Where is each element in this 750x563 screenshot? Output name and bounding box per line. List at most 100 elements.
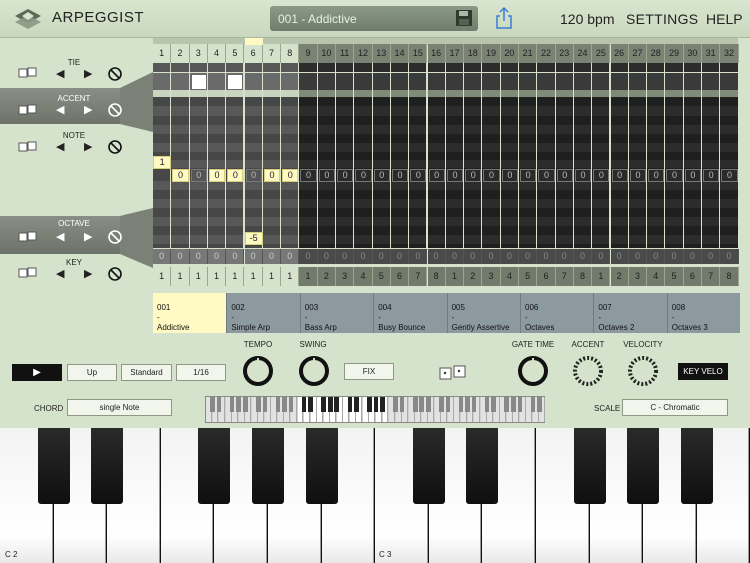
grid-cell[interactable] bbox=[720, 208, 738, 217]
grid-cell[interactable] bbox=[409, 63, 427, 72]
grid-cell[interactable] bbox=[683, 116, 701, 125]
grid-cell[interactable] bbox=[519, 208, 537, 217]
note-value-cell[interactable]: 0 bbox=[611, 169, 628, 182]
grid-cell[interactable] bbox=[683, 106, 701, 116]
grid-cell[interactable] bbox=[519, 134, 537, 143]
grid-cell[interactable] bbox=[573, 226, 592, 235]
grid-cell[interactable] bbox=[189, 226, 207, 235]
grid-cell[interactable] bbox=[683, 160, 701, 168]
grid-cell[interactable] bbox=[482, 235, 500, 244]
grid-cell[interactable] bbox=[390, 181, 409, 190]
step-number[interactable]: 8 bbox=[281, 44, 300, 63]
grid-cell[interactable] bbox=[336, 143, 354, 152]
note-value-cell[interactable]: 0 bbox=[337, 169, 354, 182]
grid-cell[interactable] bbox=[519, 90, 537, 97]
grid-cell[interactable] bbox=[207, 106, 226, 116]
grid-cell[interactable] bbox=[610, 143, 628, 152]
grid-cell[interactable] bbox=[683, 226, 701, 235]
grid-cell[interactable] bbox=[482, 63, 500, 72]
grid-cell[interactable] bbox=[482, 160, 500, 168]
black-key[interactable] bbox=[627, 428, 660, 504]
grid-cell[interactable] bbox=[390, 208, 409, 217]
grid-cell[interactable] bbox=[628, 90, 647, 97]
grid-cell[interactable] bbox=[555, 63, 573, 72]
grid-cell[interactable] bbox=[372, 217, 390, 226]
grid-cell[interactable] bbox=[573, 152, 592, 160]
grid-cell[interactable] bbox=[573, 217, 592, 226]
grid-cell[interactable] bbox=[171, 235, 189, 244]
grid-cell[interactable] bbox=[445, 217, 464, 226]
grid-cell[interactable] bbox=[519, 97, 537, 106]
grid-cell[interactable] bbox=[683, 90, 701, 97]
step-number[interactable]: 17 bbox=[445, 44, 465, 63]
grid-cell[interactable] bbox=[537, 235, 555, 244]
grid-cell[interactable] bbox=[262, 134, 281, 143]
grid-cell[interactable] bbox=[281, 190, 299, 199]
grid-cell[interactable] bbox=[189, 134, 207, 143]
grid-cell[interactable] bbox=[226, 134, 244, 143]
grid-cell[interactable] bbox=[317, 116, 335, 125]
grid-cell[interactable] bbox=[464, 190, 482, 199]
grid-cell[interactable] bbox=[519, 143, 537, 152]
preset-slot[interactable]: 003- Bass Arp bbox=[299, 293, 374, 333]
grid-cell[interactable] bbox=[171, 143, 189, 152]
grid-cell[interactable] bbox=[537, 143, 555, 152]
grid-cell[interactable] bbox=[262, 190, 281, 199]
key-value-cell[interactable]: 0 bbox=[409, 249, 428, 264]
key-value-cell[interactable]: 0 bbox=[683, 249, 702, 264]
key-value-cell[interactable]: 0 bbox=[207, 249, 227, 264]
accent-knob[interactable] bbox=[571, 354, 605, 388]
grid-cell[interactable] bbox=[336, 63, 354, 72]
grid-cell[interactable] bbox=[427, 116, 445, 125]
grid-cell[interactable] bbox=[702, 116, 720, 125]
grid-cell[interactable] bbox=[647, 97, 665, 106]
mini-black-key[interactable] bbox=[216, 397, 222, 412]
key-value-cell[interactable]: 0 bbox=[189, 249, 208, 264]
step-number[interactable]: 29 bbox=[665, 44, 684, 63]
grid-cell[interactable] bbox=[555, 116, 573, 125]
grid-cell[interactable] bbox=[464, 125, 482, 134]
grid-cell[interactable] bbox=[354, 199, 372, 208]
grid-cell[interactable] bbox=[665, 199, 683, 208]
grid-cell[interactable] bbox=[354, 125, 372, 134]
note-value-cell[interactable]: 0 bbox=[391, 169, 409, 182]
step-repeat-number[interactable]: 1 bbox=[244, 267, 263, 286]
step-number[interactable]: 24 bbox=[573, 44, 593, 63]
black-key[interactable] bbox=[37, 428, 70, 504]
mini-black-key[interactable] bbox=[412, 397, 418, 412]
grid-cell[interactable] bbox=[317, 152, 335, 160]
grid-cell[interactable] bbox=[336, 73, 354, 90]
mini-keyboard[interactable] bbox=[205, 396, 546, 423]
grid-cell[interactable] bbox=[500, 97, 518, 106]
grid-cell[interactable] bbox=[537, 73, 555, 90]
grid-cell[interactable] bbox=[464, 90, 482, 97]
grid-cell[interactable] bbox=[537, 152, 555, 160]
grid-cell[interactable] bbox=[592, 134, 610, 143]
grid-cell[interactable] bbox=[262, 97, 281, 106]
grid-cell[interactable] bbox=[665, 97, 683, 106]
grid-cell[interactable] bbox=[299, 160, 317, 168]
grid-cell[interactable] bbox=[464, 73, 482, 90]
grid-cell[interactable] bbox=[336, 208, 354, 217]
mini-black-key[interactable] bbox=[465, 397, 470, 412]
mini-black-key[interactable] bbox=[491, 397, 496, 412]
step-number[interactable]: 14 bbox=[390, 44, 410, 63]
grid-cell[interactable] bbox=[628, 181, 647, 190]
grid-cell[interactable] bbox=[189, 181, 207, 190]
grid-cell[interactable] bbox=[262, 181, 281, 190]
step-number[interactable]: 13 bbox=[372, 44, 391, 63]
step-repeat-number[interactable]: 7 bbox=[409, 267, 428, 286]
note-value-cell[interactable]: 0 bbox=[465, 169, 482, 182]
grid-cell[interactable] bbox=[390, 90, 409, 97]
grid-cell[interactable] bbox=[207, 190, 226, 199]
grid-cell[interactable] bbox=[665, 208, 683, 217]
scale-select[interactable]: C - Chromatic bbox=[622, 399, 728, 416]
grid-cell[interactable] bbox=[390, 235, 409, 244]
step-repeat-number[interactable]: 4 bbox=[647, 267, 666, 286]
tie-active-cell[interactable] bbox=[191, 75, 206, 89]
grid-cell[interactable] bbox=[153, 106, 171, 116]
grid-cell[interactable] bbox=[500, 181, 518, 190]
preset-slot[interactable]: 002- Simple Arp bbox=[226, 293, 300, 333]
step-grid[interactable]: 1 2 3 4 5 6 7 8 9 10 11 12 13 14 15 16 17 18 19 20 21 22 23 24 2… bbox=[0, 0, 750, 290]
grid-cell[interactable] bbox=[207, 235, 226, 244]
